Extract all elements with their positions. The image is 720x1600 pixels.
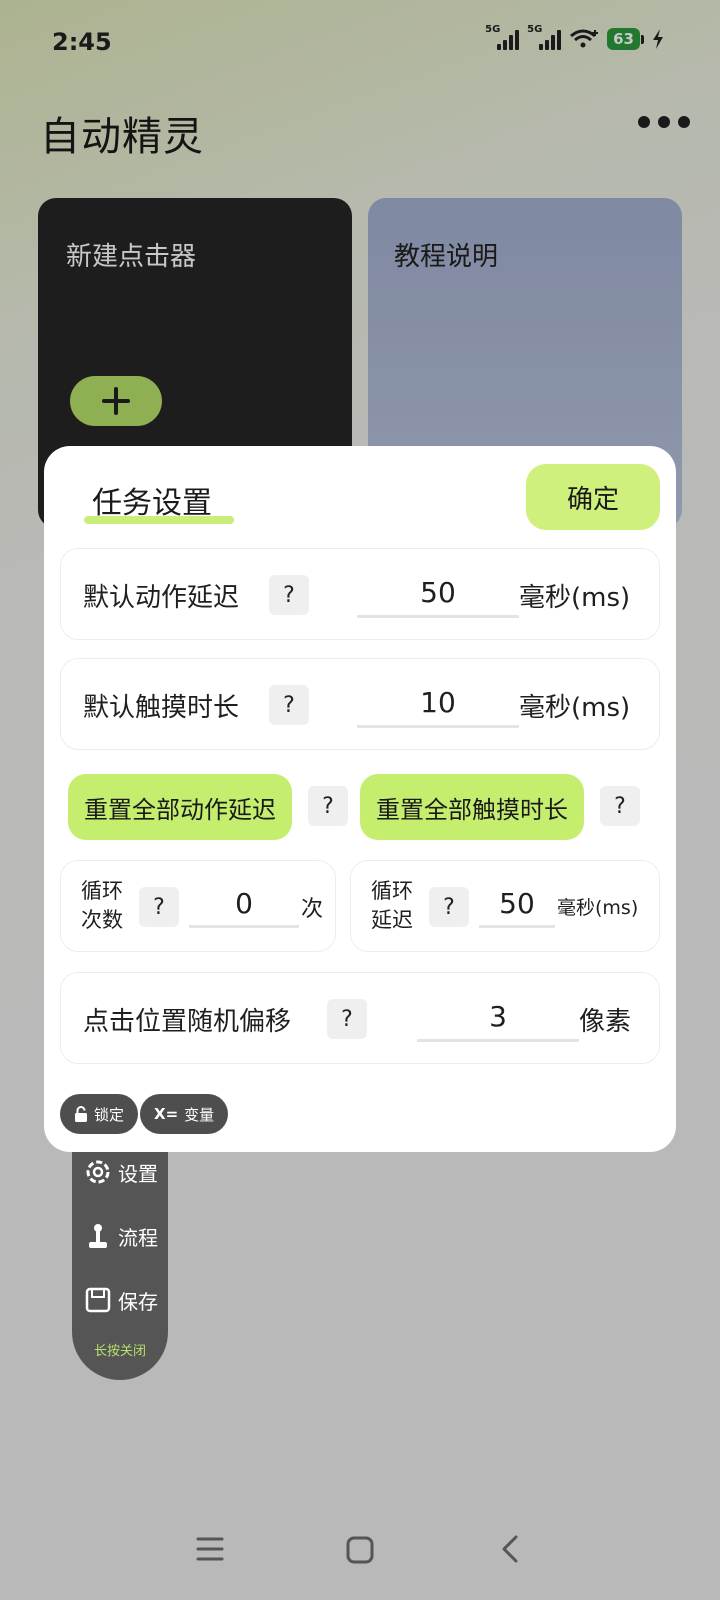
variable-chip-label: 变量	[184, 1105, 215, 1124]
input-underline	[417, 1039, 579, 1042]
loop-count-row: 循环次数 ? 0 次	[60, 860, 336, 952]
help-icon[interactable]: ?	[139, 887, 179, 927]
default-touch-input[interactable]: 10	[357, 686, 519, 719]
toolbar-settings[interactable]: 设置	[82, 1156, 158, 1188]
help-icon[interactable]: ?	[429, 887, 469, 927]
task-settings-dialog: 任务设置 确定 默认动作延迟 ? 50 毫秒(ms) 默认触摸时长 ? 10 毫…	[44, 446, 676, 1152]
input-underline	[189, 925, 299, 928]
help-icon[interactable]: ?	[269, 575, 309, 615]
toolbar-close-hint: 长按关闭	[93, 1344, 146, 1359]
random-offset-unit: 像素	[579, 1007, 632, 1037]
toolbar-flow-label: 流程	[118, 1225, 158, 1250]
loop-delay-unit: 毫秒(ms)	[557, 897, 639, 919]
random-offset-label: 点击位置随机偏移	[83, 1007, 292, 1037]
lock-chip[interactable]: 锁定	[60, 1094, 139, 1134]
loop-delay-row: 循环延迟 ? 50 毫秒(ms)	[350, 860, 660, 952]
random-offset-row: 点击位置随机偏移 ? 3 像素	[60, 972, 660, 1064]
help-icon[interactable]: ?	[600, 786, 640, 826]
loop-count-label: 循环次数	[81, 879, 123, 932]
default-delay-input[interactable]: 50	[357, 576, 519, 609]
default-delay-row: 默认动作延迟 ? 50 毫秒(ms)	[60, 548, 660, 640]
default-touch-unit: 毫秒(ms)	[519, 693, 631, 723]
random-offset-input[interactable]: 3	[417, 1000, 579, 1033]
joystick-icon	[89, 1224, 107, 1248]
help-icon[interactable]: ?	[327, 999, 367, 1039]
loop-count-unit: 次	[301, 897, 324, 922]
default-delay-unit: 毫秒(ms)	[519, 583, 631, 613]
default-delay-label: 默认动作延迟	[83, 583, 240, 613]
default-touch-label: 默认触摸时长	[83, 693, 240, 723]
input-underline	[357, 615, 519, 618]
loop-delay-input[interactable]: 50	[479, 887, 555, 920]
toolbar-flow[interactable]: 流程	[82, 1220, 158, 1252]
menu-icon[interactable]	[196, 1536, 224, 1562]
save-icon	[85, 1287, 111, 1313]
home-icon[interactable]	[346, 1536, 374, 1564]
toolbar-save[interactable]: 保存	[82, 1284, 158, 1316]
default-touch-row: 默认触摸时长 ? 10 毫秒(ms)	[60, 658, 660, 750]
dialog-chips: 锁定 X= 变量	[60, 1094, 229, 1134]
loop-count-input[interactable]: 0	[189, 887, 299, 920]
toolbar-settings-label: 设置	[118, 1161, 158, 1186]
help-icon[interactable]: ?	[308, 786, 348, 826]
input-underline	[357, 725, 519, 728]
confirm-button[interactable]: 确定	[526, 464, 660, 530]
variable-icon: X=	[154, 1105, 179, 1123]
toolbar-save-label: 保存	[118, 1289, 158, 1314]
reset-all-delay-button[interactable]: 重置全部动作延迟	[68, 774, 292, 840]
reset-all-touch-button[interactable]: 重置全部触摸时长	[360, 774, 584, 840]
input-underline	[479, 925, 555, 928]
floating-toolbar[interactable]: 设置 流程 保存 长按关闭	[72, 1130, 168, 1380]
lock-icon	[75, 1106, 87, 1122]
dialog-title: 任务设置	[92, 486, 212, 521]
lock-chip-label: 锁定	[94, 1105, 125, 1124]
gear-icon	[86, 1160, 110, 1184]
variable-chip[interactable]: X= 变量	[140, 1094, 229, 1134]
loop-delay-label: 循环延迟	[371, 879, 413, 932]
help-icon[interactable]: ?	[269, 685, 309, 725]
back-icon[interactable]	[500, 1534, 520, 1564]
navigation-bar	[0, 1510, 720, 1600]
